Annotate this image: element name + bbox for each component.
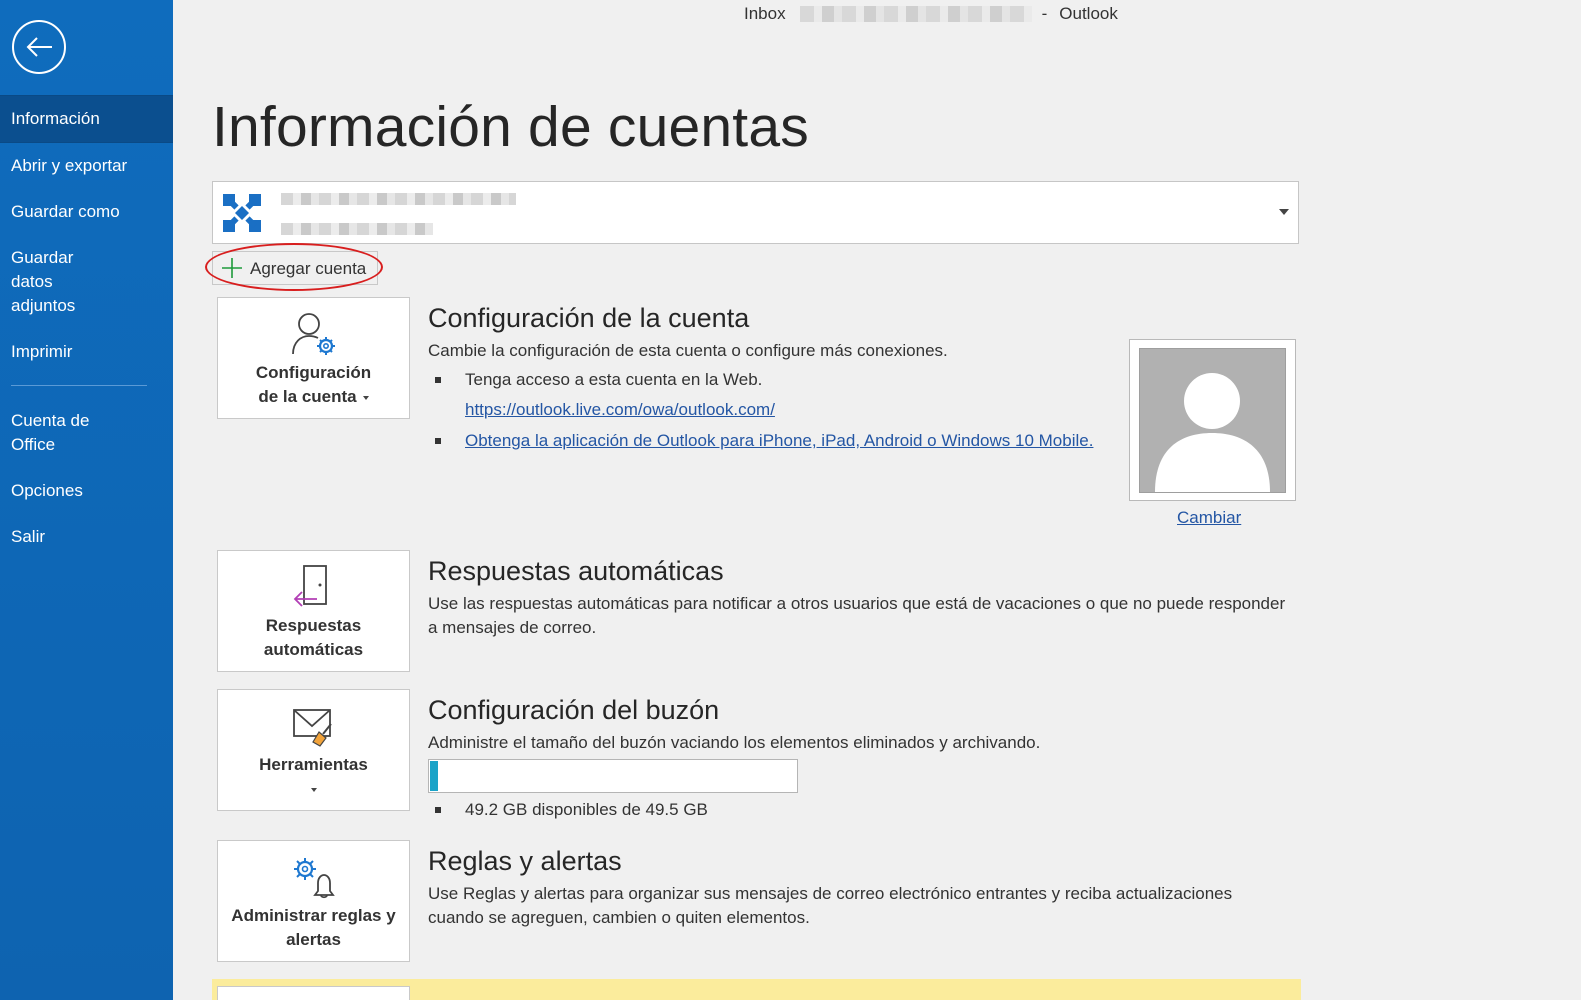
mailbox-quota-bar bbox=[428, 759, 798, 793]
sidebar-divider bbox=[11, 385, 147, 386]
auto-replies-title: Respuestas automáticas bbox=[428, 556, 724, 586]
banner-tile-button[interactable] bbox=[217, 986, 410, 1000]
window-title: Inbox - Outlook bbox=[744, 3, 1118, 25]
mailbox-description: Administre el tamaño del buzón vaciando … bbox=[428, 733, 1041, 752]
door-arrow-icon bbox=[293, 565, 327, 607]
add-account-button[interactable]: Agregar cuenta bbox=[212, 251, 378, 285]
sidebar-item-cuenta-office[interactable]: Cuenta de Office bbox=[0, 398, 110, 468]
rules-description: Use Reglas y alertas para organizar sus … bbox=[428, 884, 1233, 927]
account-settings-title: Configuración de la cuenta bbox=[428, 303, 750, 333]
sidebar-item-informacion[interactable]: Información bbox=[0, 95, 173, 143]
auto-replies-label-line2: automáticas bbox=[263, 640, 364, 659]
account-settings-button[interactable]: Configuración de la cuenta bbox=[217, 297, 410, 419]
gear-bell-icon bbox=[293, 858, 335, 899]
back-arrow-icon bbox=[26, 37, 52, 57]
sidebar-item-abrir-exportar[interactable]: Abrir y exportar bbox=[0, 143, 173, 189]
window-title-folder: Inbox bbox=[744, 4, 786, 23]
auto-replies-description: Use las respuestas automáticas para noti… bbox=[428, 594, 1286, 637]
manage-rules-label-line1: Administrar reglas y bbox=[231, 906, 396, 925]
exchange-logo-icon bbox=[223, 194, 261, 232]
back-button[interactable] bbox=[12, 20, 66, 74]
manage-rules-button[interactable]: Administrar reglas y alertas bbox=[217, 840, 410, 962]
web-access-text: Tenga acceso a esta cuenta en la Web. bbox=[465, 370, 763, 389]
bullet-icon bbox=[435, 807, 441, 813]
account-settings-label-line1: Configuración bbox=[255, 363, 372, 382]
sidebar-item-opciones[interactable]: Opciones bbox=[0, 468, 173, 514]
manage-rules-label-line2: alertas bbox=[286, 930, 341, 949]
user-gear-icon bbox=[291, 313, 335, 355]
mailbox-title: Configuración del buzón bbox=[428, 695, 720, 725]
auto-replies-label-line1: Respuestas bbox=[265, 616, 362, 635]
mailbox-tools-label: Herramientas bbox=[224, 753, 403, 801]
profile-photo[interactable] bbox=[1129, 339, 1296, 501]
auto-replies-button[interactable]: Respuestas automáticas bbox=[217, 550, 410, 672]
sidebar-item-imprimir[interactable]: Imprimir bbox=[0, 329, 173, 375]
default-avatar-icon bbox=[1155, 373, 1270, 492]
rules-title: Reglas y alertas bbox=[428, 846, 622, 876]
mobile-app-link[interactable]: Obtenga la aplicación de Outlook para iP… bbox=[465, 431, 1093, 450]
account-selector-dropdown[interactable] bbox=[212, 181, 1299, 244]
window-title-separator: - bbox=[1041, 4, 1048, 23]
sidebar-item-salir[interactable]: Salir bbox=[0, 514, 173, 560]
auto-replies-label: Respuestas automáticas bbox=[224, 614, 403, 662]
window-title-app: Outlook bbox=[1059, 4, 1118, 23]
redacted-account-email bbox=[281, 193, 516, 205]
add-account-label: Agregar cuenta bbox=[250, 259, 367, 278]
sidebar-nav: Información Abrir y exportar Guardar com… bbox=[0, 95, 173, 560]
mailbox-quota-fill bbox=[430, 761, 438, 791]
bullet-icon bbox=[435, 438, 441, 444]
redacted-account-type bbox=[281, 223, 433, 235]
account-settings-label-line2: de la cuenta bbox=[258, 387, 357, 406]
page-title: Información de cuentas bbox=[212, 95, 809, 159]
plus-icon bbox=[222, 258, 242, 278]
change-photo-link[interactable]: Cambiar bbox=[1177, 508, 1241, 528]
sidebar-item-guardar-adjuntos[interactable]: Guardar datos adjuntos bbox=[0, 235, 130, 329]
manage-rules-label: Administrar reglas y alertas bbox=[224, 904, 403, 952]
bullet-icon bbox=[435, 377, 441, 383]
mailbox-tools-button[interactable]: Herramientas bbox=[217, 689, 410, 811]
mailbox-quota-text: 49.2 GB disponibles de 49.5 GB bbox=[465, 800, 708, 819]
envelope-broom-icon bbox=[292, 709, 332, 747]
chevron-down-icon bbox=[1279, 209, 1289, 215]
mailbox-tools-label-line: Herramientas bbox=[259, 755, 368, 774]
redacted-account-name bbox=[799, 6, 1032, 22]
caret-down-icon bbox=[362, 395, 369, 400]
caret-down-icon bbox=[310, 787, 317, 792]
backstage-sidebar: Información Abrir y exportar Guardar com… bbox=[0, 0, 173, 1000]
sidebar-item-guardar-como[interactable]: Guardar como bbox=[0, 189, 173, 235]
account-settings-label: Configuración de la cuenta bbox=[224, 361, 403, 409]
owa-link[interactable]: https://outlook.live.com/owa/outlook.com… bbox=[465, 400, 775, 419]
